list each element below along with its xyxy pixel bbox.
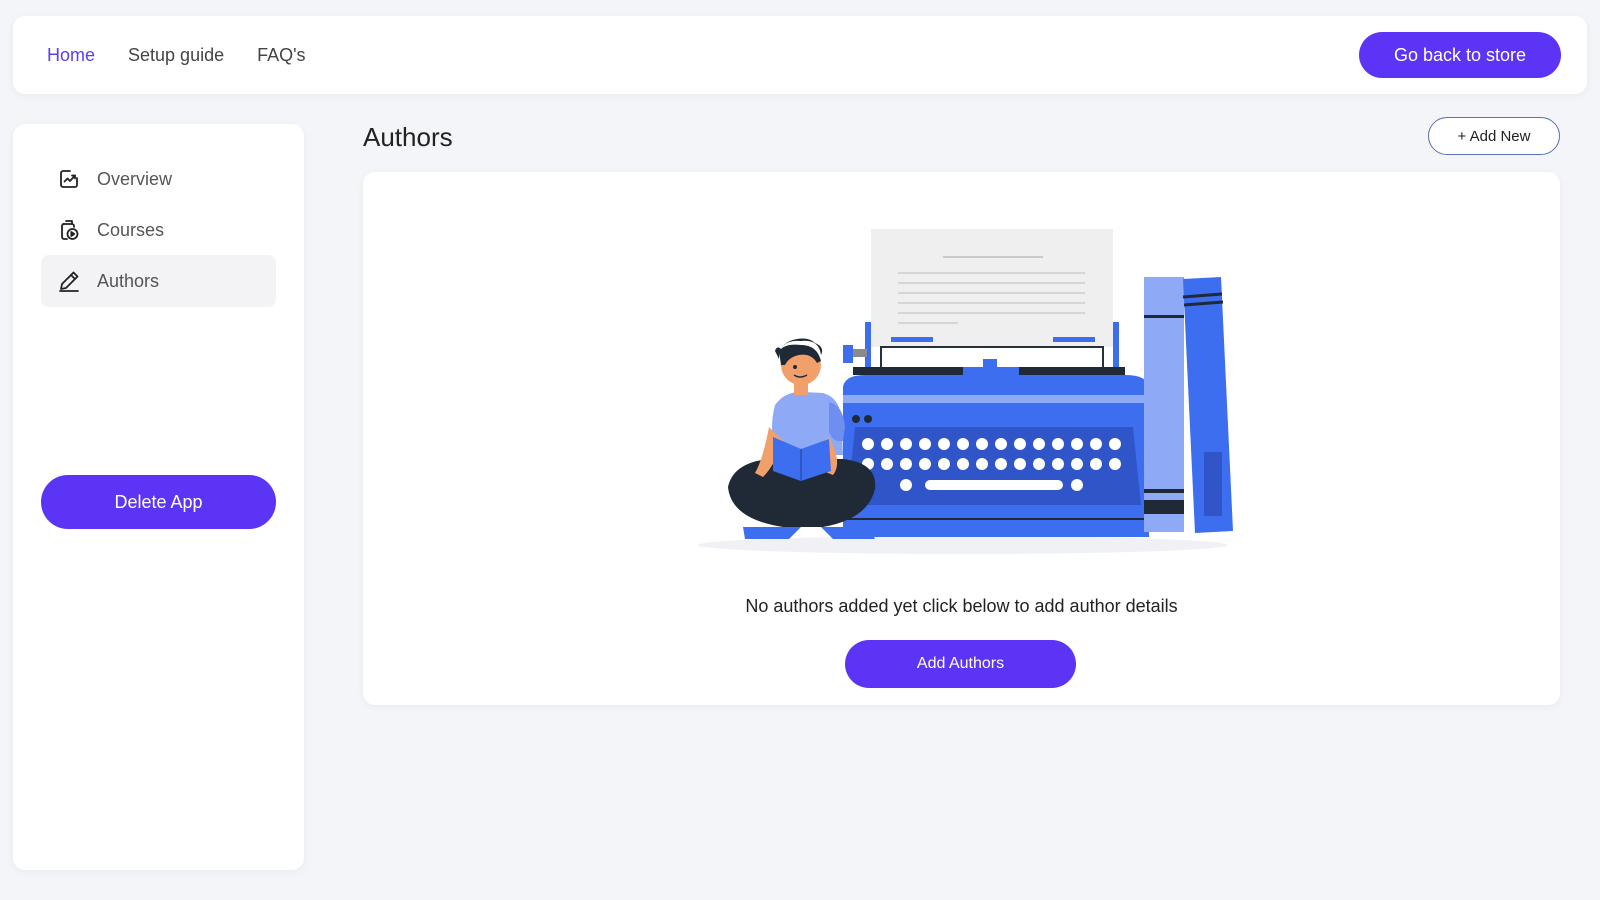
add-authors-button[interactable]: Add Authors bbox=[845, 640, 1076, 688]
go-back-to-store-button[interactable]: Go back to store bbox=[1359, 32, 1561, 78]
person-reading-with-typewriter-illustration bbox=[698, 229, 1233, 554]
sidebar-item-label: Overview bbox=[97, 168, 173, 189]
sidebar-item-label: Authors bbox=[97, 270, 160, 291]
empty-state-message: No authors added yet click below to add … bbox=[745, 596, 1178, 616]
sidebar-item-courses[interactable]: Courses bbox=[41, 204, 276, 256]
sidebar-item-label: Courses bbox=[97, 219, 165, 240]
nav-link-home[interactable]: Home bbox=[47, 45, 95, 66]
top-navigation-bar: Home Setup guide FAQ's Go back to store bbox=[13, 16, 1587, 94]
sidebar-item-overview[interactable]: Overview bbox=[41, 153, 276, 205]
nav-link-faqs[interactable]: FAQ's bbox=[257, 45, 305, 66]
pen-icon bbox=[57, 269, 81, 293]
overview-chart-icon bbox=[57, 167, 81, 191]
nav-link-setup-guide[interactable]: Setup guide bbox=[128, 45, 224, 66]
page-title: Authors bbox=[363, 122, 453, 152]
delete-app-button[interactable]: Delete App bbox=[41, 475, 276, 529]
empty-state-card: No authors added yet click below to add … bbox=[363, 172, 1560, 705]
courses-icon bbox=[57, 218, 81, 242]
sidebar: Overview Courses Authors Delete App bbox=[13, 124, 304, 870]
sidebar-item-authors[interactable]: Authors bbox=[41, 255, 276, 307]
add-new-button[interactable]: + Add New bbox=[1428, 117, 1560, 155]
